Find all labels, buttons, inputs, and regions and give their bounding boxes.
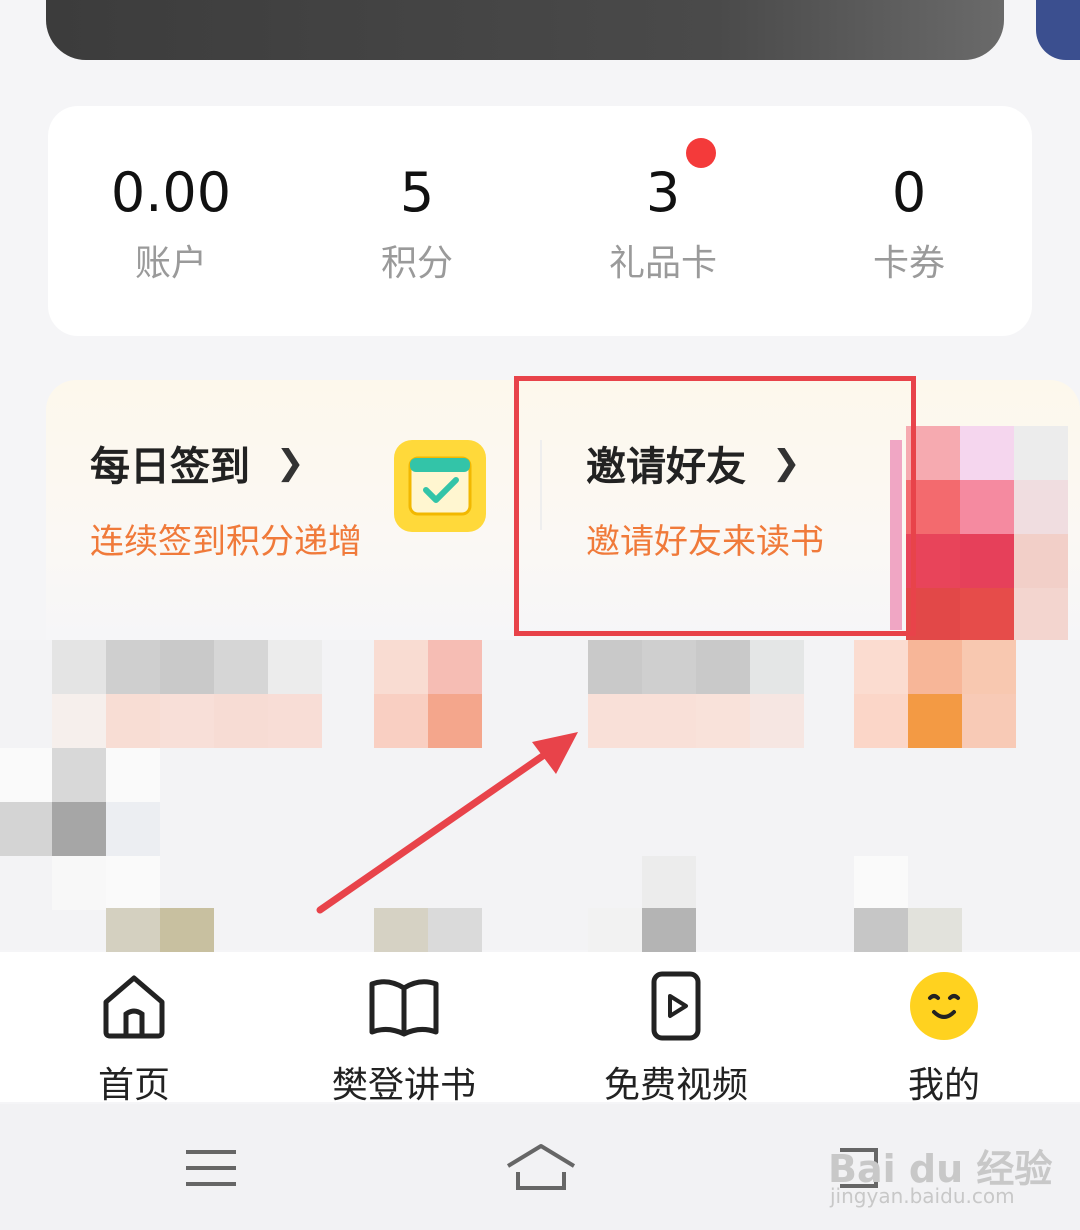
- tab-home-label: 首页: [97, 1065, 170, 1106]
- smiley-avatar-icon: [910, 972, 978, 1040]
- bottom-tab-bar: 首页 樊登讲书 免费视频 我的: [0, 952, 1080, 1106]
- tab-free-video[interactable]: 免费视频: [566, 970, 786, 1108]
- home-nav-icon[interactable]: [504, 1142, 578, 1192]
- menu-icon[interactable]: [184, 1148, 238, 1188]
- book-icon: [369, 979, 439, 1037]
- tab-fandeng-books[interactable]: 樊登讲书: [294, 970, 514, 1108]
- home-icon: [103, 975, 165, 1039]
- watermark-url: jingyan.baidu.com: [830, 1184, 1015, 1208]
- tab-mine[interactable]: 我的: [834, 970, 1054, 1108]
- tab-free-video-label: 免费视频: [603, 1065, 748, 1106]
- tab-home[interactable]: 首页: [24, 970, 244, 1108]
- video-icon: [651, 971, 701, 1041]
- tab-fandeng-books-label: 樊登讲书: [331, 1065, 476, 1106]
- tab-mine-label: 我的: [907, 1065, 980, 1106]
